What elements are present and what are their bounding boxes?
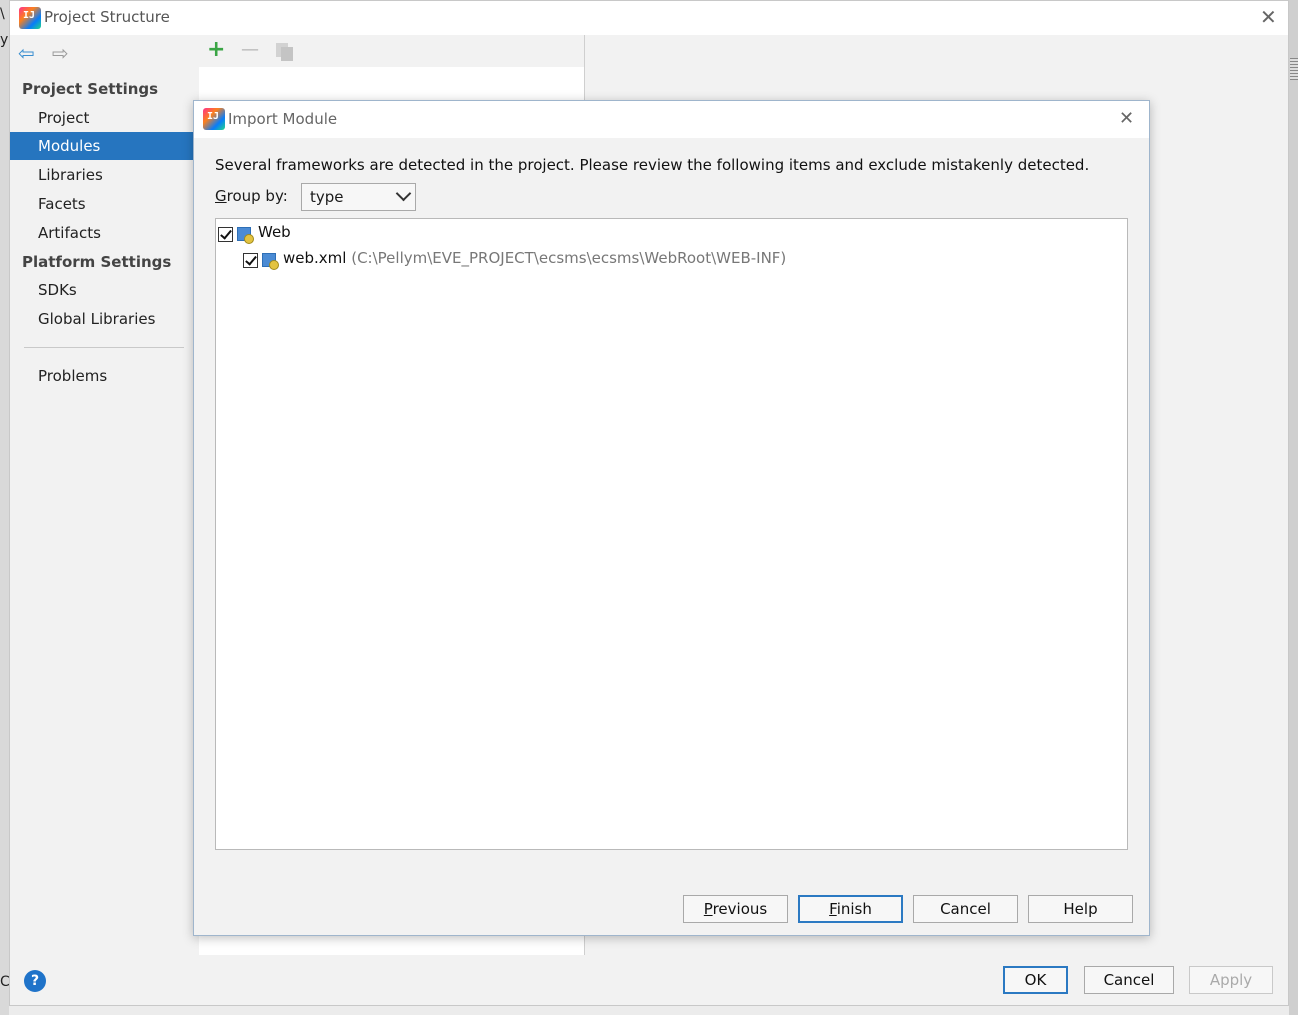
sidebar-item-libraries[interactable]: Libraries — [10, 161, 195, 189]
web-xml-label: web.xml — [283, 249, 347, 267]
sidebar-item-project[interactable]: Project — [10, 104, 195, 132]
group-by-value: type — [310, 188, 344, 206]
tree-node-web[interactable]: Web — [258, 223, 291, 241]
window-titlebar: Project Structure ✕ — [10, 1, 1288, 35]
cancel-button[interactable]: Cancel — [1084, 966, 1174, 994]
group-by-mnemonic: G — [215, 187, 227, 205]
section-header-project-settings: Project Settings — [22, 80, 159, 98]
group-by-label-rest: roup by: — [226, 187, 288, 205]
apply-button[interactable]: Apply — [1189, 966, 1273, 994]
sidebar-item-artifacts[interactable]: Artifacts — [10, 219, 195, 247]
help-icon[interactable]: ? — [24, 970, 46, 992]
sidebar-item-problems[interactable]: Problems — [10, 362, 195, 390]
add-icon[interactable]: + — [207, 39, 225, 61]
web-xml-checkbox[interactable] — [243, 253, 258, 268]
forward-arrow-icon[interactable]: ⇨ — [52, 43, 69, 63]
web-checkbox[interactable] — [218, 227, 233, 242]
sidebar-item-modules[interactable]: Modules — [10, 132, 195, 160]
finish-mnemonic: F — [829, 900, 837, 918]
dialog-help-button[interactable]: Help — [1028, 895, 1133, 923]
import-module-dialog: Import Module ✕ Several frameworks are d… — [193, 100, 1150, 936]
background-hatch — [1290, 58, 1298, 80]
group-by-label: Group by: — [215, 187, 288, 205]
dialog-message: Several frameworks are detected in the p… — [215, 156, 1090, 174]
background-left-edge: \ y C — [0, 0, 10, 1015]
dialog-title: Import Module — [228, 110, 338, 128]
back-arrow-icon[interactable]: ⇦ — [18, 43, 35, 63]
sidebar-divider — [24, 347, 184, 348]
chevron-down-icon — [395, 185, 412, 202]
previous-label-rest: revious — [712, 900, 768, 918]
web-xml-path: (C:\Pellym\EVE_PROJECT\ecsms\ecsms\WebRo… — [351, 249, 787, 267]
modules-toolbar: + — — [199, 35, 584, 67]
background-fragment: y — [0, 32, 9, 48]
sidebar-item-facets[interactable]: Facets — [10, 190, 195, 218]
window-title: Project Structure — [44, 8, 170, 26]
background-right-edge — [1289, 0, 1298, 1015]
dialog-titlebar: Import Module ✕ — [194, 101, 1149, 138]
close-icon[interactable]: ✕ — [1119, 110, 1134, 128]
web-facet-icon — [262, 253, 279, 270]
previous-mnemonic: P — [703, 900, 713, 918]
sidebar: ⇦ ⇨ Project Settings Project Modules Lib… — [10, 35, 195, 960]
background-fragment: \ — [0, 6, 5, 22]
dialog-cancel-button[interactable]: Cancel — [913, 895, 1018, 923]
close-icon[interactable]: ✕ — [1260, 7, 1277, 27]
frameworks-tree: Web web.xml (C:\Pellym\EVE_PROJECT\ecsms… — [215, 218, 1128, 850]
group-by-select[interactable]: type — [301, 183, 416, 211]
remove-icon[interactable]: — — [241, 41, 259, 59]
ok-button[interactable]: OK — [1003, 966, 1068, 994]
section-header-platform-settings: Platform Settings — [22, 253, 172, 271]
copy-icon[interactable] — [276, 43, 293, 61]
finish-label-rest: inish — [836, 900, 872, 918]
sidebar-item-global-libraries[interactable]: Global Libraries — [10, 305, 195, 333]
finish-button[interactable]: Finish — [798, 895, 903, 923]
tree-node-web-xml[interactable]: web.xml (C:\Pellym\EVE_PROJECT\ecsms\ecs… — [283, 249, 786, 267]
intellij-idea-icon — [19, 7, 41, 29]
previous-button[interactable]: Previous — [683, 895, 788, 923]
web-facet-icon — [237, 227, 254, 244]
intellij-idea-icon — [203, 108, 225, 130]
sidebar-item-sdks[interactable]: SDKs — [10, 276, 195, 304]
